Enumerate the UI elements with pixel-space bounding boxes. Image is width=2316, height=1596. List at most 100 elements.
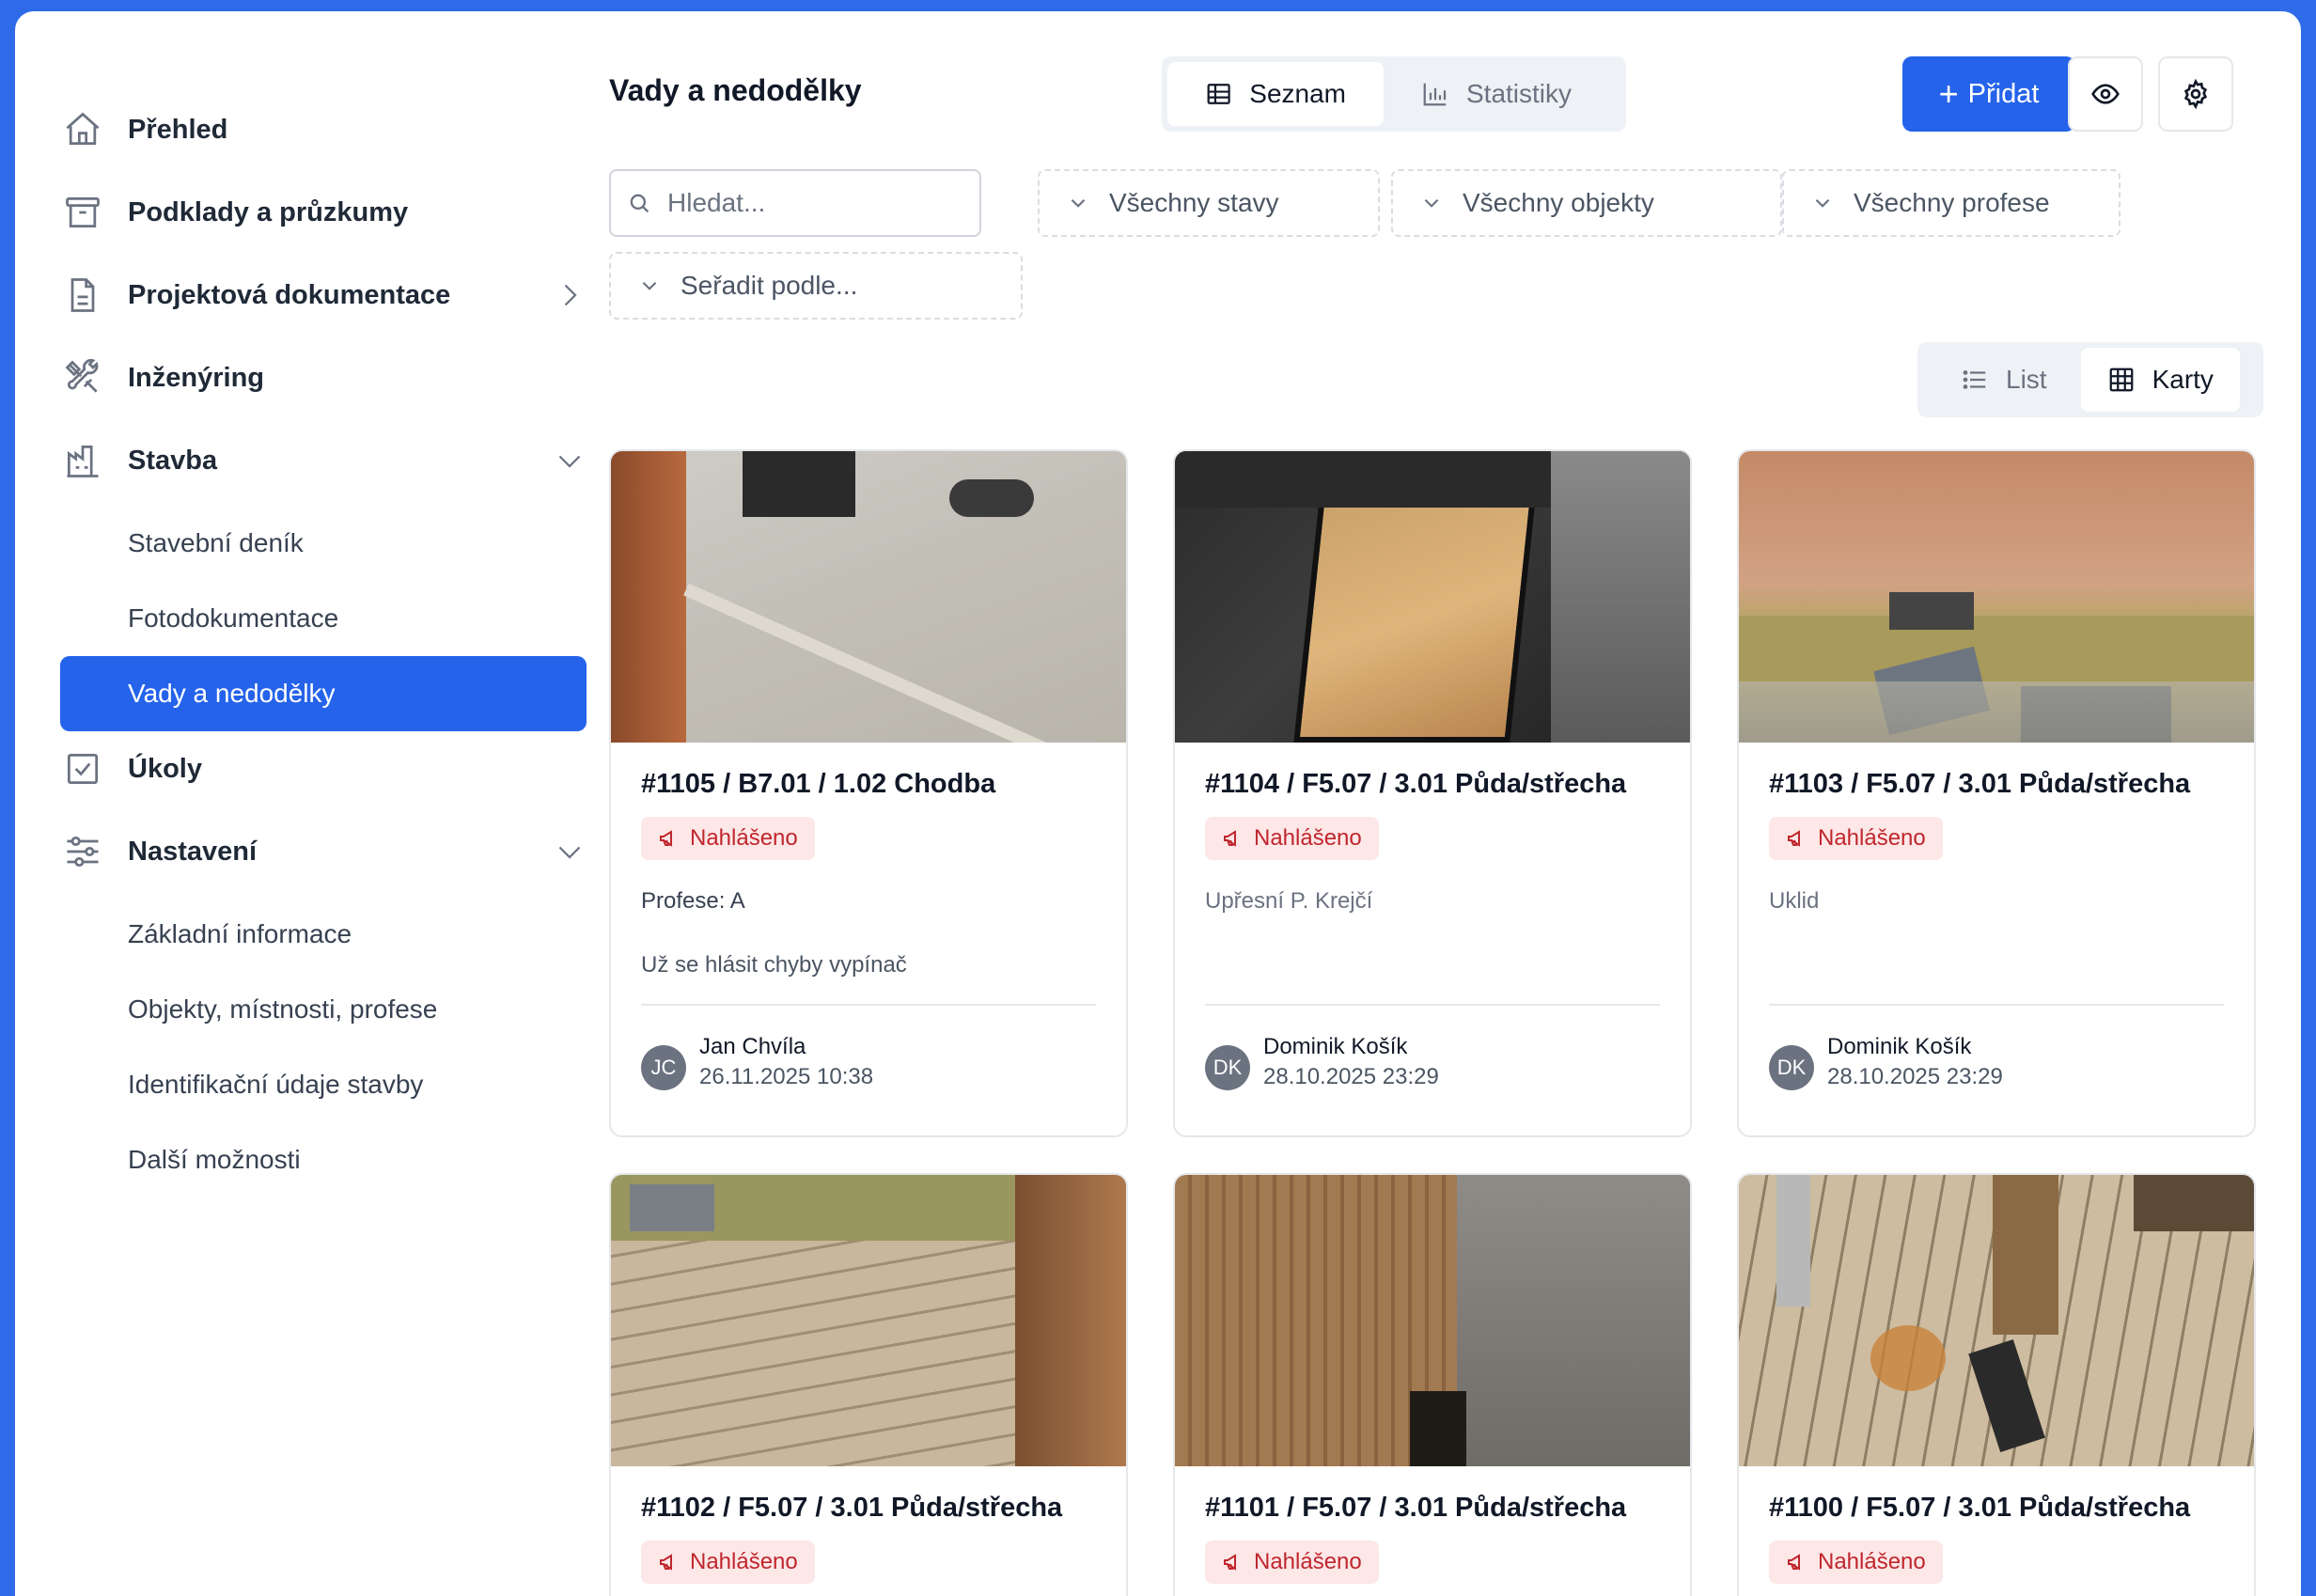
megaphone-icon <box>1224 1554 1236 1571</box>
author-name: Dominik Košík <box>1263 1034 1408 1059</box>
chevron-down-icon <box>1815 198 1830 208</box>
table-icon <box>1207 84 1230 104</box>
gear-icon <box>2183 79 2208 109</box>
sidebar-subitem-label: Stavební deník <box>128 528 304 557</box>
tab-label: Seznam <box>1249 79 1346 108</box>
sidebar-item-label: Inženýring <box>128 362 265 393</box>
sidebar-item-podklady[interactable]: Podklady a průzkumy <box>60 175 587 250</box>
app-window: Přehled Podklady a průzkumy Projektová d… <box>15 11 2301 1596</box>
sort-select[interactable]: Seřadit podle... <box>609 252 1023 320</box>
status-badge: Nahlášeno <box>641 817 815 860</box>
avatar: JC <box>641 1045 686 1090</box>
grid-icon <box>2109 368 2133 392</box>
sidebar-item-label: Podklady a průzkumy <box>128 196 409 227</box>
settings-button[interactable] <box>2158 56 2233 132</box>
sidebar-item-label: Stavba <box>128 445 218 476</box>
card-note: Upřesní P. Krejčí <box>1205 888 1373 914</box>
card-title: #1104 / F5.07 / 3.01 Půda/střecha <box>1205 769 1627 799</box>
defect-card[interactable]: #1105 / B7.01 / 1.02 Chodba Nahlášeno Pr… <box>609 449 1128 1137</box>
chevron-down-icon <box>1424 198 1439 208</box>
defect-card[interactable]: #1102 / F5.07 / 3.01 Půda/střecha Nahláš… <box>609 1173 1128 1596</box>
status-badge-label: Nahlášeno <box>1254 1549 1362 1574</box>
defect-photo <box>611 1175 1126 1466</box>
sidebar-subitem-dalsi[interactable]: Další možnosti <box>60 1122 587 1197</box>
tab-statistiky[interactable]: Statistiky <box>1384 62 1609 126</box>
sort-select-label: Seřadit podle... <box>681 271 858 300</box>
megaphone-icon <box>1788 830 1800 847</box>
visibility-button[interactable] <box>2068 56 2143 132</box>
list-icon <box>1963 370 1986 389</box>
search-input[interactable]: Hledat... <box>609 169 981 237</box>
sidebar-item-nastaveni[interactable]: Nastavení <box>60 814 587 889</box>
sliders-icon <box>60 829 105 874</box>
megaphone-icon <box>1788 1554 1800 1571</box>
chevron-down-icon <box>1071 198 1086 208</box>
status-badge: Nahlášeno <box>1205 1541 1379 1584</box>
tab-seznam[interactable]: Seznam <box>1167 62 1384 126</box>
sidebar-subitem-zakladni[interactable]: Základní informace <box>60 897 587 972</box>
toggle-list[interactable]: List <box>1923 348 2073 412</box>
defect-card[interactable]: #1100 / F5.07 / 3.01 Půda/střecha Nahláš… <box>1737 1173 2256 1596</box>
defect-card[interactable]: #1101 / F5.07 / 3.01 Půda/střecha Nahláš… <box>1173 1173 1692 1596</box>
sidebar-subitem-label: Vady a nedodělky <box>128 679 336 708</box>
defect-photo <box>1175 1175 1690 1466</box>
megaphone-icon <box>660 1554 672 1571</box>
sidebar-subitem-label: Další možnosti <box>128 1145 301 1174</box>
view-tabs: Seznam Statistiky <box>1162 56 1626 132</box>
tab-label: Statistiky <box>1466 79 1573 108</box>
sidebar-item-label: Přehled <box>128 114 228 145</box>
card-divider <box>1769 1004 2224 1006</box>
object-filter[interactable]: Všechny objekty <box>1391 169 1782 237</box>
toggle-list-label: List <box>2006 365 2047 394</box>
status-badge-label: Nahlášeno <box>690 1549 798 1574</box>
toggle-cards-label: Karty <box>2152 365 2214 394</box>
sidebar-subitem-label: Objekty, místnosti, profese <box>128 994 438 1024</box>
megaphone-icon <box>660 830 672 847</box>
add-button[interactable]: + Přidat <box>1902 56 2075 132</box>
sidebar-item-projektova[interactable]: Projektová dokumentace <box>60 258 587 333</box>
defect-photo <box>1739 1175 2254 1466</box>
card-title: #1103 / F5.07 / 3.01 Půda/střecha <box>1769 769 2191 799</box>
sidebar-subitem-vady[interactable]: Vady a nedodělky <box>60 656 587 731</box>
home-icon <box>60 107 105 152</box>
card-author: DK Dominik Košík 28.10.2025 23:29 <box>1205 1034 1439 1090</box>
status-badge: Nahlášeno <box>1205 817 1379 860</box>
sidebar-item-inzenyring[interactable]: Inženýring <box>60 340 587 415</box>
sidebar-subitem-identifikacni[interactable]: Identifikační údaje stavby <box>60 1047 587 1122</box>
object-filter-label: Všechny objekty <box>1463 188 1654 217</box>
author-date: 26.11.2025 10:38 <box>699 1064 874 1089</box>
chevron-down-icon <box>558 846 581 859</box>
sidebar-item-ukoly[interactable]: Úkoly <box>60 731 587 806</box>
sidebar-item-stavba[interactable]: Stavba <box>60 423 587 498</box>
sidebar-subitem-stavebni-denik[interactable]: Stavební deník <box>60 506 587 581</box>
defect-photo <box>1175 451 1690 743</box>
sidebar-subitem-objekty[interactable]: Objekty, místnosti, profese <box>60 972 587 1047</box>
sidebar-subitem-fotodokumentace[interactable]: Fotodokumentace <box>60 581 587 656</box>
card-title: #1101 / F5.07 / 3.01 Půda/střecha <box>1205 1493 1627 1523</box>
avatar: DK <box>1205 1045 1250 1090</box>
sidebar-subitem-label: Fotodokumentace <box>128 603 339 633</box>
archive-icon <box>60 190 105 235</box>
defect-card[interactable]: #1103 / F5.07 / 3.01 Půda/střecha Nahláš… <box>1737 449 2256 1137</box>
layout-toggle: List Karty <box>1917 342 2263 417</box>
defect-photo <box>611 451 1126 743</box>
sidebar-item-prehled[interactable]: Přehled <box>60 92 587 167</box>
card-divider <box>1205 1004 1660 1006</box>
profession-filter[interactable]: Všechny profese <box>1782 169 2120 237</box>
sidebar-item-label: Nastavení <box>128 836 258 867</box>
profession-filter-label: Všechny profese <box>1854 188 2050 217</box>
state-filter[interactable]: Všechny stavy <box>1038 169 1380 237</box>
card-title: #1105 / B7.01 / 1.02 Chodba <box>641 769 996 799</box>
page-title: Vady a nedodělky <box>609 73 862 107</box>
status-badge-label: Nahlášeno <box>1818 825 1926 851</box>
state-filter-label: Všechny stavy <box>1109 188 1279 217</box>
toggle-cards[interactable]: Karty <box>2080 348 2240 412</box>
status-badge: Nahlášeno <box>1769 1541 1943 1584</box>
defect-card[interactable]: #1104 / F5.07 / 3.01 Půda/střecha Nahláš… <box>1173 449 1692 1137</box>
tools-icon <box>60 355 105 400</box>
chevron-right-icon <box>564 284 577 306</box>
sidebar: Přehled Podklady a průzkumy Projektová d… <box>60 92 587 1197</box>
sidebar-subitem-label: Základní informace <box>128 919 352 948</box>
status-badge-label: Nahlášeno <box>690 825 798 851</box>
sidebar-item-label: Projektová dokumentace <box>128 279 451 310</box>
